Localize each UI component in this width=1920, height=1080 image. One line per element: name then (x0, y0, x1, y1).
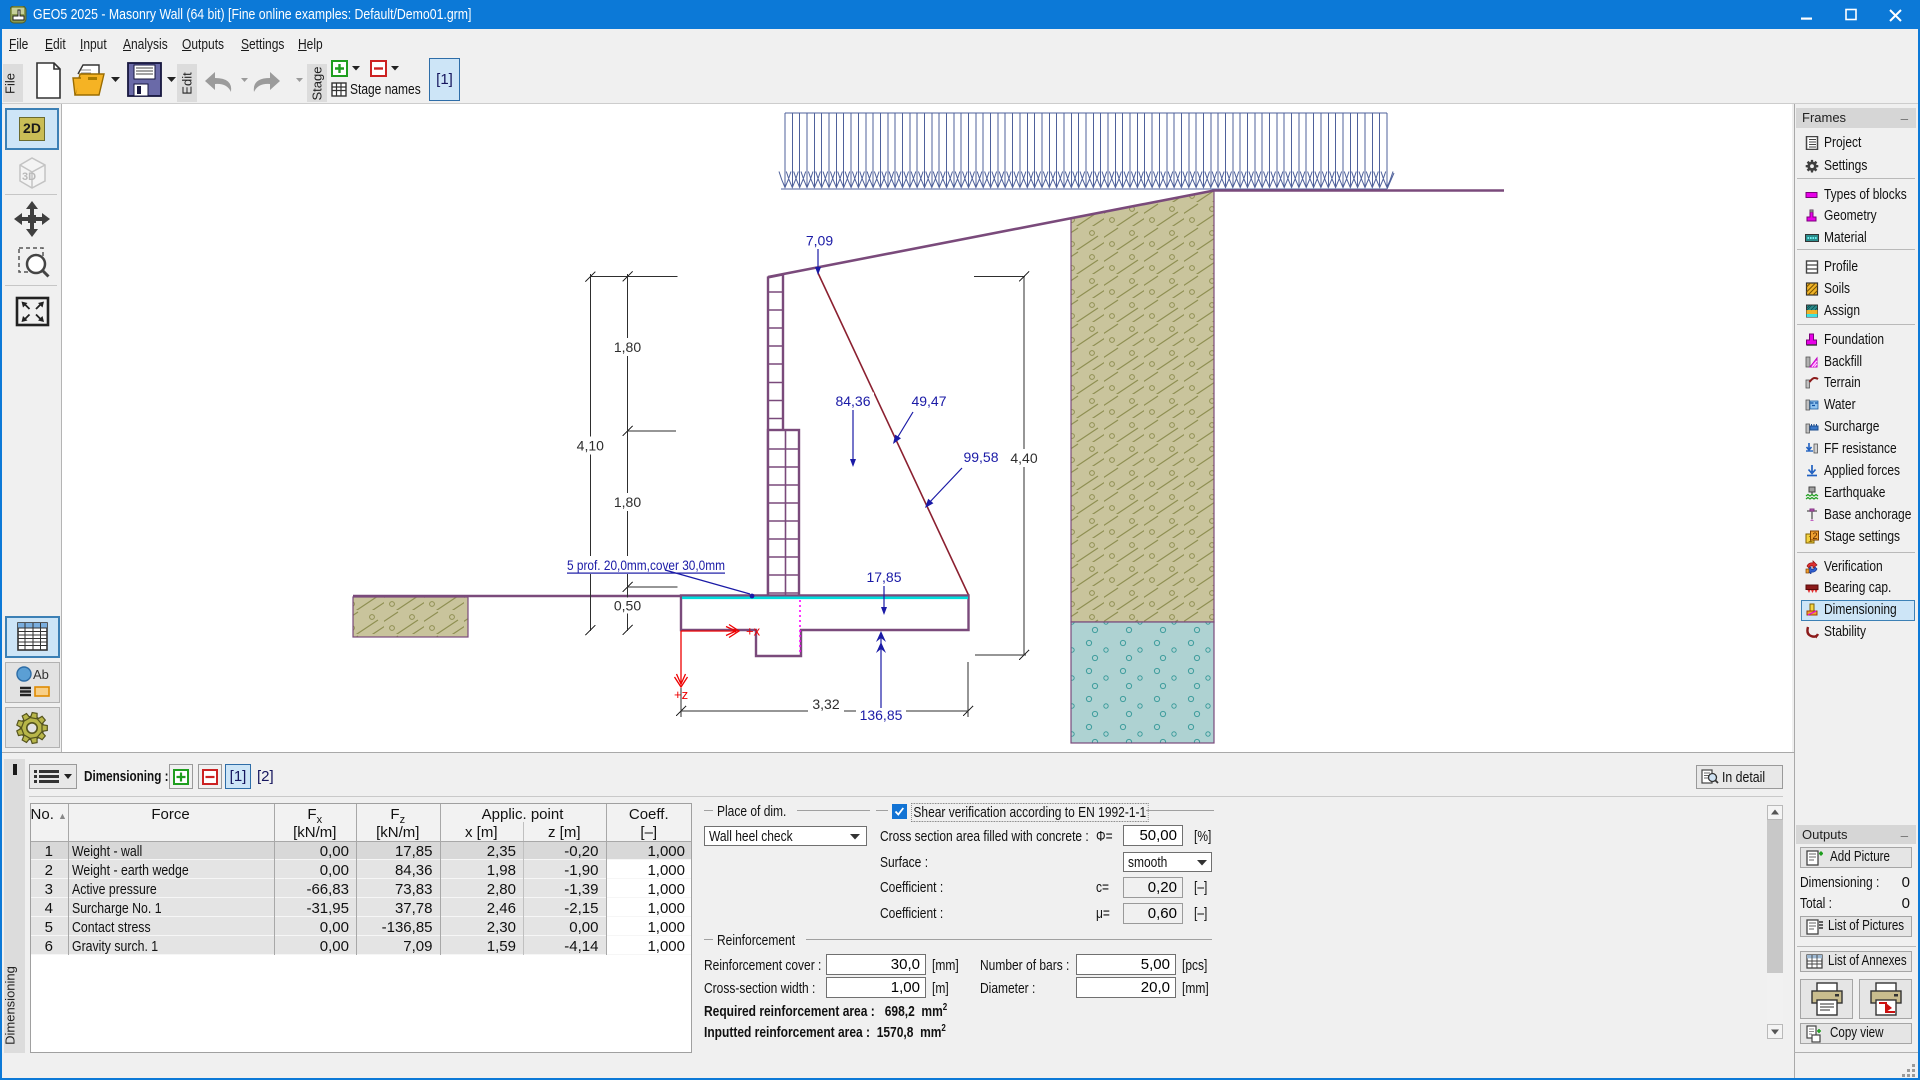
svg-text:136,85: 136,85 (860, 707, 903, 723)
svg-text:5 prof. 20,0mm,cover 30,0mm: 5 prof. 20,0mm,cover 30,0mm (567, 557, 725, 573)
svg-text:Ab: Ab (33, 667, 49, 682)
svg-text:4,10: 4,10 (577, 438, 604, 454)
svg-text:17,85: 17,85 (866, 569, 901, 585)
svg-text:+x: +x (746, 624, 761, 639)
svg-text:2: 2 (1813, 531, 1818, 541)
svg-text:3D: 3D (22, 171, 36, 183)
svg-text:1,80: 1,80 (614, 339, 641, 355)
svg-text:+z: +z (674, 687, 688, 702)
svg-text:4,40: 4,40 (1010, 450, 1037, 466)
svg-text:1,80: 1,80 (614, 494, 641, 510)
svg-text:84,36: 84,36 (835, 393, 870, 409)
svg-text:0,50: 0,50 (614, 598, 641, 614)
svg-text:3,32: 3,32 (812, 696, 839, 712)
svg-text:7,09: 7,09 (806, 233, 833, 249)
svg-text:99,58: 99,58 (963, 449, 998, 465)
svg-text:49,47: 49,47 (911, 393, 946, 409)
